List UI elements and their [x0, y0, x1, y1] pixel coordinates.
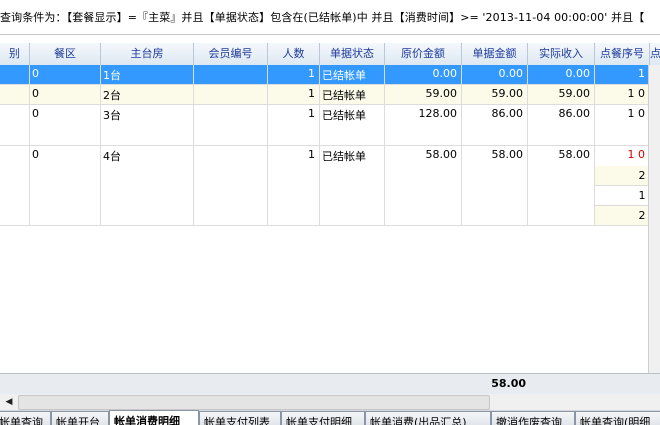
cell-orig-amount: 59.00 [385, 85, 462, 105]
cell-area: 0 [30, 65, 101, 85]
col-header-member[interactable]: 会员编号 [194, 43, 268, 65]
cell-actual-income: 86.00 [528, 105, 595, 146]
horizontal-scrollbar[interactable]: ◀ [0, 394, 660, 411]
cell-type [0, 65, 30, 85]
col-header-extra[interactable]: 点 [650, 43, 660, 65]
cell-status: 已结帐单 [320, 146, 385, 226]
cell-orig-amount: 0.00 [385, 65, 462, 85]
tab-bill-payment-detail[interactable]: 帐单支付明细 [281, 411, 365, 425]
col-header-table[interactable]: 主台房 [101, 43, 194, 65]
tab-bill-query-detail[interactable]: 帐单查询(明细 [575, 411, 660, 425]
bottom-tab-bar: 帐单查询 帐单开台 帐单消费明细 帐单支付列表 帐单支付明细 帐单消费(出品汇总… [0, 410, 660, 425]
cell-area: 0 [30, 105, 101, 146]
col-header-people[interactable]: 人数 [268, 43, 320, 65]
cell-order-seq: 1 0 [595, 85, 650, 105]
cell-member [194, 146, 268, 226]
cell-order-seq: 1 [595, 65, 650, 85]
cell-area: 0 [30, 146, 101, 226]
cell-bill-amount: 59.00 [462, 85, 528, 105]
tab-bill-payment-list[interactable]: 帐单支付列表 [199, 411, 281, 425]
cell-area: 0 [30, 85, 101, 105]
cell-actual-income: 0.00 [528, 65, 595, 85]
cell-bill-amount: 58.00 [462, 146, 528, 226]
cell-status: 已结帐单 [320, 65, 385, 85]
col-header-orig-amount[interactable]: 原价金额 [385, 43, 462, 65]
scroll-left-icon[interactable]: ◀ [2, 395, 16, 409]
query-condition-bar: 查询条件为：【套餐显示】=『主菜』并且【单据状态】包含在(已结帐单)中 并且【消… [0, 0, 660, 35]
query-condition-text: 查询条件为：【套餐显示】=『主菜』并且【单据状态】包含在(已结帐单)中 并且【消… [0, 11, 645, 24]
scrollbar-thumb[interactable] [18, 395, 490, 410]
cell-member [194, 65, 268, 85]
cell-actual-income: 59.00 [528, 85, 595, 105]
cell-status: 已结帐单 [320, 85, 385, 105]
cell-people: 1 [268, 105, 320, 146]
grid-header: 别 餐区 主台房 会员编号 人数 单据状态 原价金额 单据金额 实际收入 点餐序… [0, 43, 660, 66]
cell-type [0, 85, 30, 105]
cell-table: 3台 [101, 105, 194, 146]
cell-member [194, 105, 268, 146]
cell-people: 1 [268, 146, 320, 226]
col-header-bill-amount[interactable]: 单据金额 [462, 43, 528, 65]
cell-orig-amount: 128.00 [385, 105, 462, 146]
cell-type [0, 146, 30, 226]
col-header-area[interactable]: 餐区 [30, 43, 101, 65]
cell-orig-amount: 58.00 [385, 146, 462, 226]
col-header-type[interactable]: 别 [0, 43, 30, 65]
cell-bill-amount: 0.00 [462, 65, 528, 85]
cell-order-seq: 1 0 [595, 105, 650, 146]
cell-member [194, 85, 268, 105]
cell-actual-income: 58.00 [528, 146, 595, 226]
cell-bill-amount: 86.00 [462, 105, 528, 146]
table-row[interactable]: 0 2台 1 已结帐单 59.00 59.00 59.00 1 0 [0, 85, 660, 105]
table-row[interactable]: 0 3台 1 已结帐单 128.00 86.00 86.00 1 0 [0, 105, 660, 146]
col-header-order-seq[interactable]: 点餐序号 [595, 43, 650, 65]
cell-table: 4台 [101, 146, 194, 226]
tab-void-query[interactable]: 撤消作废查询 [491, 411, 575, 425]
col-header-status[interactable]: 单据状态 [320, 43, 385, 65]
cell-people: 1 [268, 65, 320, 85]
tab-bill-query[interactable]: 帐单查询 [0, 411, 51, 425]
col-header-actual-income[interactable]: 实际收入 [528, 43, 595, 65]
total-bill-amount: 58.00 [491, 377, 526, 390]
vertical-scrollbar[interactable] [648, 65, 660, 373]
bill-grid[interactable]: 别 餐区 主台房 会员编号 人数 单据状态 原价金额 单据金额 实际收入 点餐序… [0, 43, 660, 373]
cell-status: 已结帐单 [320, 105, 385, 146]
totals-footer: 58.00 [0, 373, 660, 395]
cell-people: 1 [268, 85, 320, 105]
cell-type [0, 105, 30, 146]
cell-table: 2台 [101, 85, 194, 105]
tab-bill-open[interactable]: 帐单开台 [51, 411, 109, 425]
table-row[interactable]: 0 4台 1 已结帐单 58.00 58.00 58.00 1 0 [0, 146, 660, 226]
cell-table: 1台 [101, 65, 194, 85]
tab-bill-consumption-summary[interactable]: 帐单消费(出品汇总) [365, 411, 491, 425]
table-row[interactable]: 0 1台 1 已结帐单 0.00 0.00 0.00 1 [0, 65, 660, 85]
tab-bill-consumption-detail[interactable]: 帐单消费明细 [109, 410, 199, 425]
